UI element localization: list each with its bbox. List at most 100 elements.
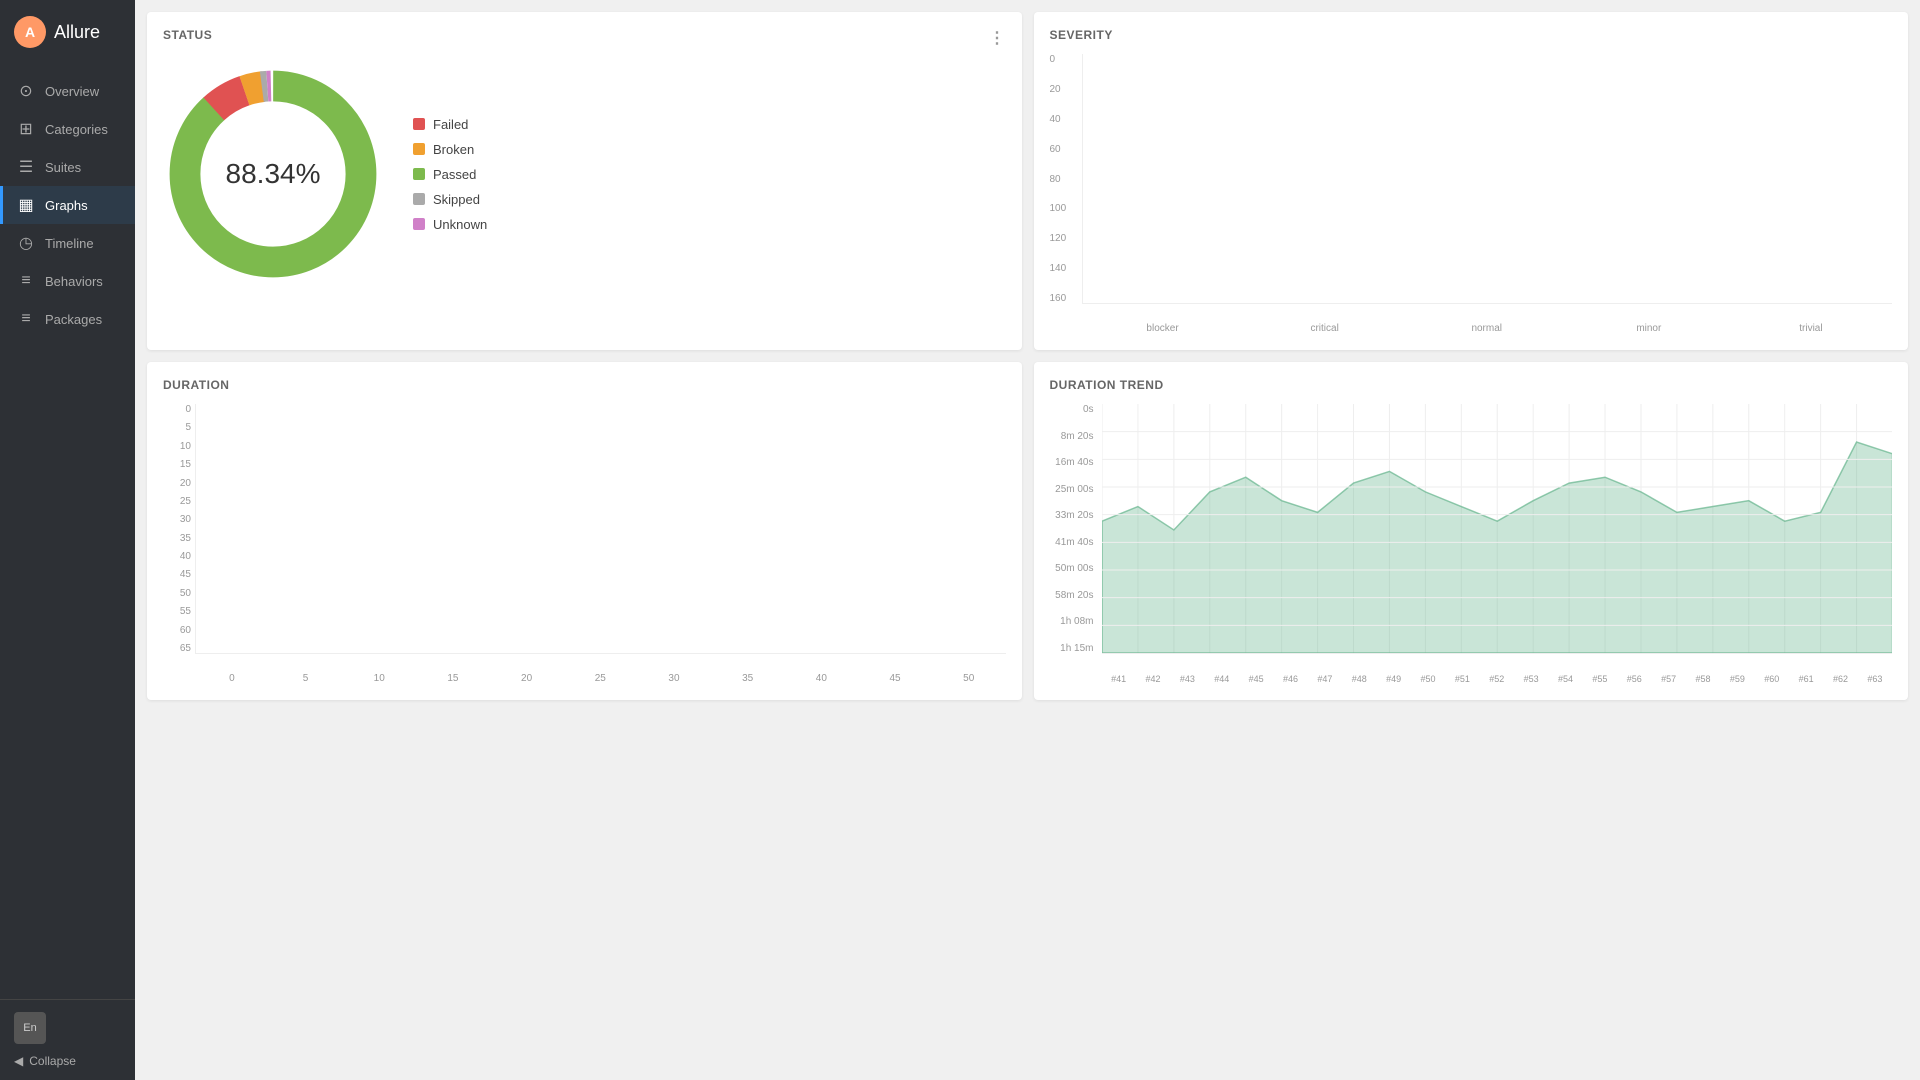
legend-passed: Passed: [413, 167, 487, 182]
status-legend: Failed Broken Passed Skipped: [413, 117, 487, 232]
severity-chart: 160 140 120 100 80 60 40 20 0: [1050, 54, 1893, 334]
severity-group-trivial: [1730, 54, 1892, 303]
trend-x-axis: #41#42#43#44#45#46#47#48#49#50#51#52#53#…: [1102, 674, 1893, 684]
app-logo: A Allure: [0, 0, 135, 64]
legend-broken: Broken: [413, 142, 487, 157]
donut-percentage: 88.34%: [226, 158, 321, 190]
severity-xlabel-blocker: blocker: [1082, 323, 1244, 334]
severity-group-blocker: [1083, 54, 1245, 303]
severity-bars-area: [1082, 54, 1893, 304]
duration-y-axis: 65 60 55 50 45 40 35 30 25 20 15 10 5 0: [163, 404, 191, 654]
trend-x-label: #52: [1480, 674, 1514, 684]
overview-icon: ⊙: [17, 82, 35, 100]
collapse-button[interactable]: ◀ Collapse: [14, 1054, 121, 1068]
legend-label-broken: Broken: [433, 142, 474, 157]
trend-x-label: #62: [1823, 674, 1857, 684]
legend-label-skipped: Skipped: [433, 192, 480, 207]
graphs-icon: ▦: [17, 196, 35, 214]
legend-dot-skipped: [413, 193, 425, 205]
main-content: STATUS ⋮: [135, 0, 1920, 1080]
trend-x-label: #61: [1789, 674, 1823, 684]
sidebar-label-suites: Suites: [45, 160, 81, 175]
trend-chart: 1h 15m 1h 08m 58m 20s 50m 00s 41m 40s 33…: [1050, 404, 1893, 684]
legend-dot-unknown: [413, 218, 425, 230]
legend-failed: Failed: [413, 117, 487, 132]
legend-dot-broken: [413, 143, 425, 155]
trend-x-label: #55: [1583, 674, 1617, 684]
trend-x-label: #50: [1411, 674, 1445, 684]
sidebar-item-suites[interactable]: ☰ Suites: [0, 148, 135, 186]
trend-x-label: #58: [1686, 674, 1720, 684]
language-button[interactable]: En: [14, 1012, 46, 1044]
trend-x-label: #53: [1514, 674, 1548, 684]
categories-icon: ⊞: [17, 120, 35, 138]
severity-x-labels: blocker critical normal minor trivial: [1082, 323, 1893, 334]
severity-group-normal: [1406, 54, 1568, 303]
suites-icon: ☰: [17, 158, 35, 176]
duration-card: DURATION 65 60 55 50 45 40 35 30 25 20 1…: [147, 362, 1022, 700]
app-name: Allure: [54, 22, 100, 43]
sidebar-item-behaviors[interactable]: ≡ Behaviors: [0, 262, 135, 300]
timeline-icon: ◷: [17, 234, 35, 252]
sidebar-label-timeline: Timeline: [45, 236, 94, 251]
trend-x-label: #49: [1377, 674, 1411, 684]
duration-title: DURATION: [163, 378, 1006, 392]
trend-area-svg: [1102, 404, 1893, 654]
duration-trend-card: DURATION TREND 1h 15m 1h 08m 58m 20s 50m…: [1034, 362, 1909, 700]
sidebar: A Allure ⊙ Overview ⊞ Categories ☰ Suite…: [0, 0, 135, 1080]
trend-x-label: #47: [1308, 674, 1342, 684]
duration-x-axis: 0 5 10 15 20 25 30 35 40 45 50: [195, 673, 1006, 684]
legend-unknown: Unknown: [413, 217, 487, 232]
trend-x-label: #51: [1445, 674, 1479, 684]
legend-skipped: Skipped: [413, 192, 487, 207]
severity-xlabel-normal: normal: [1406, 323, 1568, 334]
duration-chart: 65 60 55 50 45 40 35 30 25 20 15 10 5 0: [163, 404, 1006, 684]
collapse-arrow-icon: ◀: [14, 1054, 23, 1068]
status-title: STATUS ⋮: [163, 28, 1006, 42]
sidebar-item-categories[interactable]: ⊞ Categories: [0, 110, 135, 148]
sidebar-item-timeline[interactable]: ◷ Timeline: [0, 224, 135, 262]
severity-xlabel-minor: minor: [1568, 323, 1730, 334]
sidebar-item-overview[interactable]: ⊙ Overview: [0, 72, 135, 110]
sidebar-bottom: En ◀ Collapse: [0, 999, 135, 1080]
trend-x-label: #63: [1858, 674, 1892, 684]
duration-trend-title: DURATION TREND: [1050, 378, 1893, 392]
severity-group-critical: [1244, 54, 1406, 303]
legend-dot-passed: [413, 168, 425, 180]
packages-icon: ≡: [17, 310, 35, 328]
sidebar-label-packages: Packages: [45, 312, 102, 327]
trend-x-label: #42: [1136, 674, 1170, 684]
sidebar-label-graphs: Graphs: [45, 198, 88, 213]
status-card: STATUS ⋮: [147, 12, 1022, 350]
behaviors-icon: ≡: [17, 272, 35, 290]
sidebar-label-overview: Overview: [45, 84, 99, 99]
duration-bars-area: [195, 404, 1006, 654]
severity-xlabel-trivial: trivial: [1730, 323, 1892, 334]
sidebar-item-graphs[interactable]: ▦ Graphs: [0, 186, 135, 224]
trend-svg: [1102, 404, 1893, 653]
legend-label-unknown: Unknown: [433, 217, 487, 232]
sidebar-nav: ⊙ Overview ⊞ Categories ☰ Suites ▦ Graph…: [0, 64, 135, 999]
trend-x-label: #44: [1205, 674, 1239, 684]
sidebar-item-packages[interactable]: ≡ Packages: [0, 300, 135, 338]
trend-x-label: #46: [1273, 674, 1307, 684]
trend-x-label: #56: [1617, 674, 1651, 684]
severity-title: SEVERITY: [1050, 28, 1893, 42]
logo-icon: A: [14, 16, 46, 48]
status-options-icon[interactable]: ⋮: [989, 28, 1006, 48]
status-content: 88.34% Failed Broken Passed: [163, 54, 1006, 294]
trend-x-label: #45: [1239, 674, 1273, 684]
sidebar-label-behaviors: Behaviors: [45, 274, 103, 289]
trend-y-axis: 1h 15m 1h 08m 58m 20s 50m 00s 41m 40s 33…: [1050, 404, 1098, 654]
trend-x-label: #41: [1102, 674, 1136, 684]
charts-grid: STATUS ⋮: [147, 12, 1908, 700]
legend-label-failed: Failed: [433, 117, 468, 132]
collapse-label: Collapse: [29, 1054, 76, 1068]
trend-x-label: #54: [1548, 674, 1582, 684]
trend-x-label: #48: [1342, 674, 1376, 684]
legend-dot-failed: [413, 118, 425, 130]
severity-xlabel-critical: critical: [1244, 323, 1406, 334]
trend-x-label: #57: [1652, 674, 1686, 684]
severity-card: SEVERITY 160 140 120 100 80 60 40 20 0: [1034, 12, 1909, 350]
trend-x-label: #43: [1170, 674, 1204, 684]
